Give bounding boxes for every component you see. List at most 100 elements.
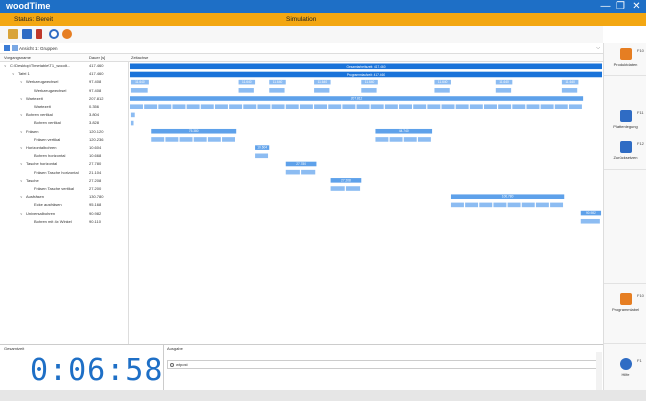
expand-toggle-icon[interactable]: ∨ xyxy=(20,177,23,185)
gantt-bar[interactable]: 11.640 xyxy=(238,79,256,85)
tree-row-leaf[interactable]: Fräsen Tasche vertikal 27.200 xyxy=(0,185,128,193)
expand-toggle-icon[interactable]: ∨ xyxy=(20,95,23,103)
gantt-bar[interactable]: 11.640 xyxy=(314,79,331,85)
gantt-bar[interactable]: Programmlaufzeit: 417.460 xyxy=(129,71,603,78)
tree-row-leaf[interactable]: Fräsen Tasche horizontal 21.104 xyxy=(0,169,128,177)
save-icon[interactable] xyxy=(22,29,32,39)
gantt-subsegment xyxy=(301,169,316,175)
tree-row-leaf[interactable]: Ecke ausfräsen 95.168 xyxy=(0,201,128,209)
tree-row-leaf[interactable]: Werkzeugwechsel 97.408 xyxy=(0,87,128,95)
gantt-bar[interactable]: 44.740 xyxy=(375,128,433,134)
gantt-subsegment xyxy=(130,120,134,126)
side-button-label: Zurücksetzen xyxy=(613,155,638,160)
expand-toggle-icon[interactable]: ∨ xyxy=(20,144,23,152)
view-selector-label: Ansicht 1: Gruppen xyxy=(19,46,58,51)
task-duration: 0.356 xyxy=(89,104,100,109)
tree-row-group[interactable]: ∨ Universalbohren 90.982 xyxy=(0,210,128,218)
column-name-header[interactable]: Vorgangsname xyxy=(4,54,31,62)
side-button-plattenlegung[interactable]: F11 Plattenlegung xyxy=(604,110,646,132)
settings-icon[interactable] xyxy=(49,29,59,39)
expand-toggle-icon[interactable]: ∨ xyxy=(4,62,7,70)
expand-toggle-icon[interactable]: ∨ xyxy=(20,128,23,136)
output-scrollbar[interactable] xyxy=(596,352,602,390)
view-selector[interactable]: Ansicht 1: Gruppen ⌵ xyxy=(0,43,603,54)
gantt-bar[interactable]: Gesamtarbeitszeit: 417.460 xyxy=(129,63,603,70)
gantt-subsegment xyxy=(165,137,179,142)
book-icon[interactable] xyxy=(36,29,42,39)
tree-row-group[interactable]: ∨ Horizontalbohren 10.604 xyxy=(0,144,128,152)
side-button-produktdaten[interactable]: F10 Produktdaten xyxy=(604,48,646,70)
gantt-subsegment xyxy=(550,202,564,208)
gantt-bar[interactable] xyxy=(130,112,135,118)
side-button-hilfe[interactable]: F1 Hilfe xyxy=(604,358,646,380)
task-duration: 417.460 xyxy=(89,71,104,77)
minimize-icon[interactable]: — xyxy=(598,0,613,13)
gantt-subsegment xyxy=(427,104,441,109)
gantt-bar[interactable]: 27.208 xyxy=(330,178,362,183)
expand-toggle-icon[interactable]: ∨ xyxy=(20,111,23,119)
gantt-subsegment xyxy=(285,169,300,175)
function-key-hint: F1 xyxy=(637,358,642,363)
gantt-bar[interactable]: 75.380 xyxy=(151,128,237,134)
column-timeline-header[interactable]: Zeitachse xyxy=(131,54,148,62)
chevron-down-icon[interactable]: ⌵ xyxy=(596,43,600,54)
side-separator xyxy=(604,343,646,344)
task-name: Fräsen xyxy=(26,128,39,134)
expand-toggle-icon[interactable]: ∨ xyxy=(20,210,23,218)
gantt-bar[interactable]: 11.640 xyxy=(361,79,378,85)
task-name: Bohren mit 4x Winkel xyxy=(34,218,72,224)
tree-row-leaf[interactable]: Bohren mit 4x Winkel 90.110 xyxy=(0,218,128,226)
gantt-subsegment xyxy=(269,88,285,93)
gantt-subsegment xyxy=(238,88,254,93)
gantt-bar[interactable]: 11.640 xyxy=(269,79,286,85)
tree-row-group[interactable]: ∨ Wartezeit 207.812 xyxy=(0,95,128,103)
expand-toggle-icon[interactable]: ∨ xyxy=(12,70,15,78)
task-tree: ∨ C:\Desktop\Timetable\T1_woodt... 417.460… xyxy=(0,62,128,344)
expand-toggle-icon[interactable]: ∨ xyxy=(20,78,23,86)
gantt-subsegment xyxy=(172,104,186,109)
gantt-subsegment xyxy=(158,104,172,109)
tree-row-group[interactable]: ∨ Tasche horizontal 27.780 xyxy=(0,160,128,168)
gantt-bar[interactable]: 10.604 xyxy=(255,145,270,150)
column-duration-header[interactable]: Dauer [s] xyxy=(89,54,105,62)
gantt-bar-label: 100.780 xyxy=(502,195,514,199)
tree-row-leaf[interactable]: Bohren vertikal 3.828 xyxy=(0,119,128,127)
task-name: Fräsen Tasche horizontal xyxy=(34,169,79,175)
gantt-subsegment xyxy=(186,104,200,109)
gantt-bar[interactable]: 11.640 xyxy=(561,79,579,85)
tree-row-group[interactable]: ∨ Tasche 27.208 xyxy=(0,177,128,185)
tree-row-group[interactable]: ∨ Tafel 1 417.460 xyxy=(0,70,128,78)
tree-row-group[interactable]: ∨ Ausfräsen 130.780 xyxy=(0,193,128,201)
task-name: Universalbohren xyxy=(26,210,56,216)
task-duration: 97.408 xyxy=(89,87,102,93)
tree-row-leaf[interactable]: Fräsen vertikal 120.236 xyxy=(0,136,128,144)
gantt-bar-label: Gesamtarbeitszeit: 417.460 xyxy=(347,65,386,69)
record-icon[interactable] xyxy=(62,29,72,39)
side-button-programmlabel[interactable]: F10 Programmlabel xyxy=(604,293,646,315)
gantt-subsegment xyxy=(207,137,221,142)
restore-icon[interactable]: ❐ xyxy=(613,0,628,13)
gantt-bar[interactable]: 11.640 xyxy=(434,79,451,85)
output-log[interactable]: wtpost xyxy=(167,360,599,369)
tree-row-leaf[interactable]: Bohren horizontal 10.668 xyxy=(0,152,128,160)
tree-row-group[interactable]: ∨ C:\Desktop\Timetable\T1_woodt... 417.460 xyxy=(0,62,128,70)
tree-row-group[interactable]: ∨ Bohren vertikal 3.804 xyxy=(0,111,128,119)
side-button-label: Hilfe xyxy=(621,372,630,377)
gantt-bar-label: 11.640 xyxy=(565,80,575,84)
gantt-bar[interactable]: 100.780 xyxy=(450,194,565,200)
side-button-zurcksetzen[interactable]: F12 Zurücksetzen xyxy=(604,141,646,163)
total-time-label: Gesamtzeit xyxy=(4,346,25,351)
tree-row-leaf[interactable]: Wartezeit 0.356 xyxy=(0,103,128,111)
task-duration: 120.236 xyxy=(89,136,104,142)
gantt-bar[interactable]: 11.640 xyxy=(495,79,513,85)
gantt-bar[interactable]: 207.812 xyxy=(129,96,584,101)
tree-row-group[interactable]: ∨ Fräsen 120.120 xyxy=(0,128,128,136)
gantt-bar[interactable]: 11.640 xyxy=(130,79,149,85)
close-icon[interactable]: ✕ xyxy=(629,0,644,13)
expand-toggle-icon[interactable]: ∨ xyxy=(20,160,23,168)
open-folder-icon[interactable] xyxy=(8,29,18,39)
gantt-bar[interactable]: 27.780 xyxy=(285,161,317,167)
gantt-bar[interactable]: 90.982 xyxy=(580,210,602,216)
expand-toggle-icon[interactable]: ∨ xyxy=(20,193,23,201)
tree-row-group[interactable]: ∨ Werkzeugwechsel 97.408 xyxy=(0,78,128,86)
